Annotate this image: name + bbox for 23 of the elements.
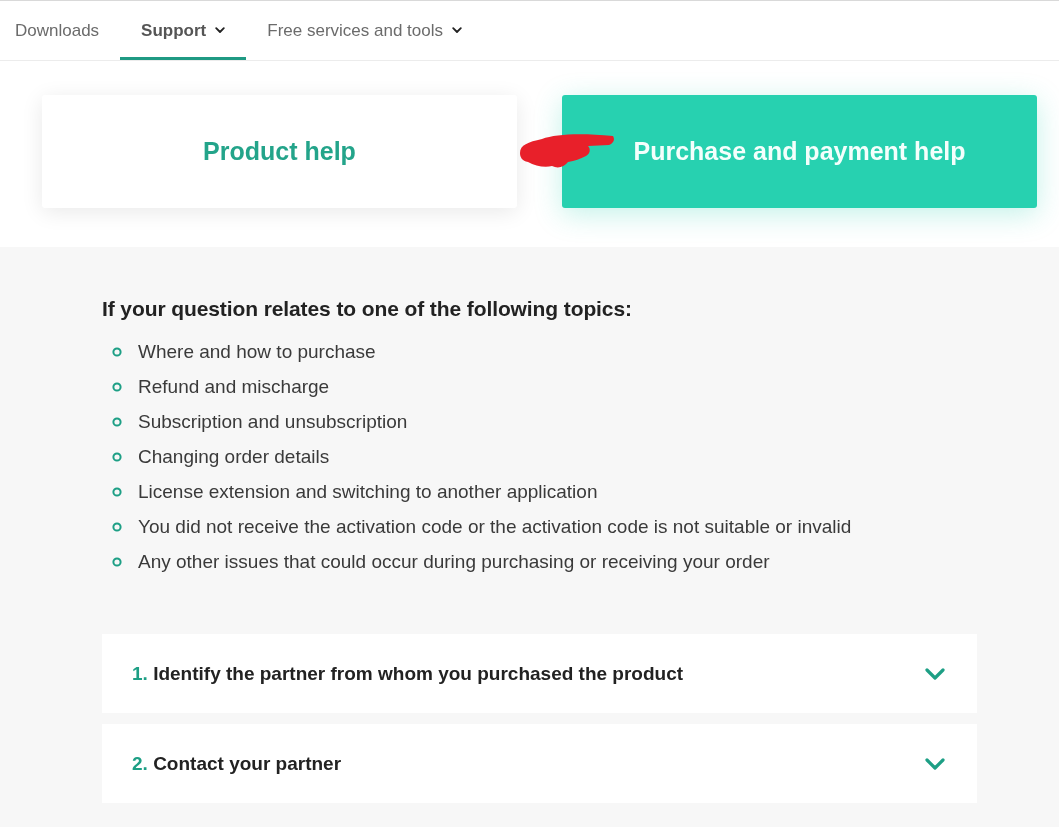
bullet-ring-icon [112, 556, 122, 567]
bullet-ring-icon [112, 521, 122, 532]
nav-tab[interactable]: Free services and tools [246, 1, 483, 60]
bullet-ring-icon [112, 346, 122, 357]
accordion-item[interactable]: 1. Identify the partner from whom you purchased the product [102, 634, 977, 713]
topics-heading: If your question relates to one of the following topics: [102, 297, 633, 321]
bullet-ring-icon [112, 451, 122, 462]
bullet-ring-icon [112, 486, 122, 497]
accordion-title: 2. Contact your partner [132, 752, 342, 775]
topic-item: You did not receive the activation code or the activation code is not suitable or invalid [138, 515, 852, 538]
help-category-button[interactable]: Product help [42, 95, 517, 208]
topic-item: License extension and switching to another application [138, 480, 598, 503]
bullet-ring-icon [112, 416, 122, 427]
topic-item: Refund and mischarge [138, 375, 330, 398]
pointing-hand-icon [520, 133, 615, 170]
topic-item: Subscription and unsubscription [138, 410, 408, 433]
bullet-ring-icon [112, 381, 122, 392]
nav-tab[interactable]: Downloads [0, 1, 121, 60]
topic-item: Where and how to purchase [138, 340, 376, 363]
accordion-item[interactable]: 2. Contact your partner [102, 724, 977, 803]
accordion-title: 1. Identify the partner from whom you purchased the product [132, 662, 684, 685]
topic-item: Any other issues that could occur during purchasing or receiving your order [138, 550, 770, 573]
topic-item: Changing order details [138, 445, 330, 468]
